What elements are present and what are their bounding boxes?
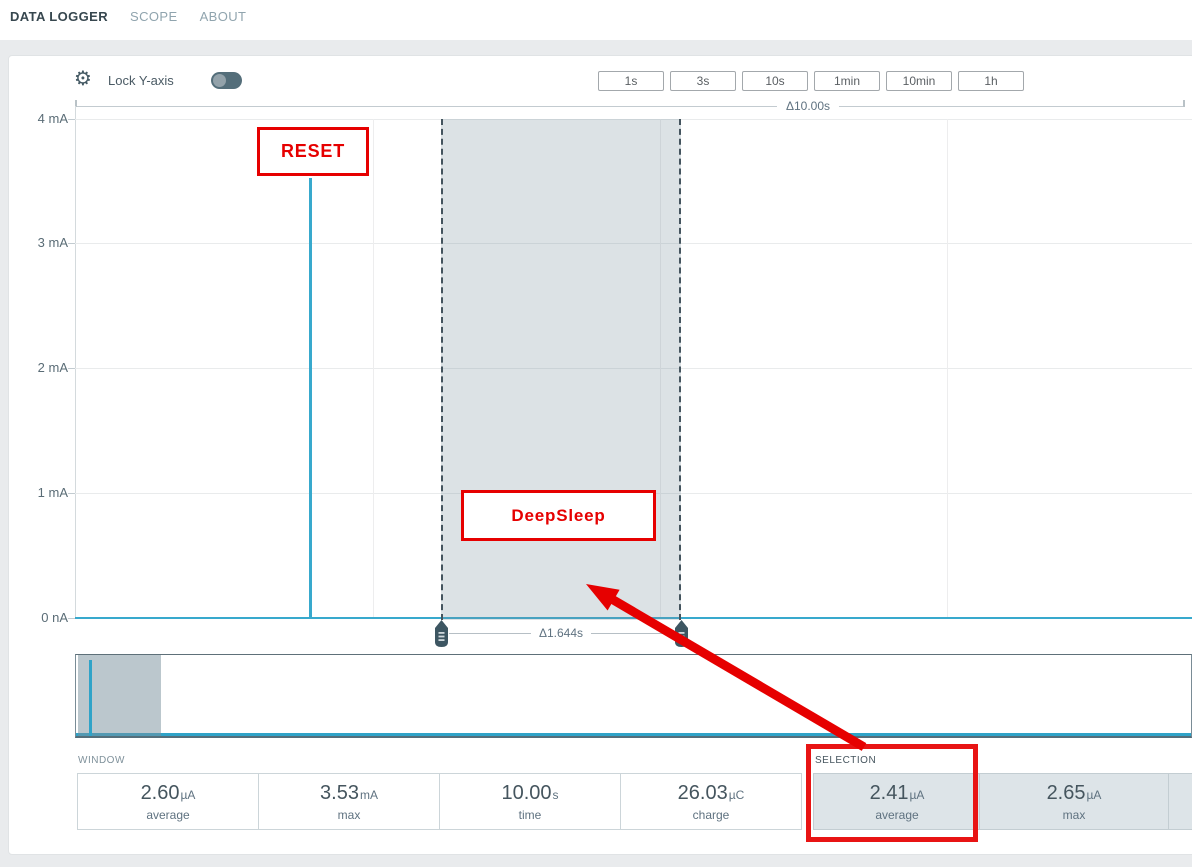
- window-delta-label: Δ10.00s: [777, 99, 839, 113]
- y-tick-0na: 0 nA: [18, 610, 68, 625]
- selection-delta-ruler: Δ1.644s: [449, 626, 673, 640]
- selection-stats-title: SELECTION: [815, 755, 876, 766]
- stat-unit: s: [553, 788, 559, 802]
- y-tickmark: [68, 368, 75, 369]
- selection-handle-right[interactable]: [673, 620, 690, 647]
- stat-value: 10.00: [501, 782, 551, 804]
- y-tickmark: [68, 493, 75, 494]
- stat-window-charge: 26.03µC charge: [620, 773, 802, 830]
- y-tick-2ma: 2 mA: [18, 360, 68, 375]
- range-button-10s[interactable]: 10s: [742, 71, 808, 91]
- stat-value: 2.41: [870, 782, 909, 804]
- selection-delta-label: Δ1.644s: [539, 626, 583, 640]
- y-axis-line: [75, 106, 76, 618]
- range-button-3s[interactable]: 3s: [670, 71, 736, 91]
- stat-caption: max: [980, 808, 1168, 822]
- range-button-1min[interactable]: 1min: [814, 71, 880, 91]
- stat-unit: µC: [729, 788, 745, 802]
- tab-data-logger[interactable]: DATA LOGGER: [10, 9, 108, 24]
- stat-caption: time: [440, 808, 620, 822]
- y-tick-3ma: 3 mA: [18, 235, 68, 250]
- minimap[interactable]: [75, 654, 1192, 738]
- stat-caption: average: [814, 808, 980, 822]
- lock-y-axis-label: Lock Y-axis: [108, 73, 174, 88]
- stat-selection-max: 2.65µA max: [979, 773, 1169, 830]
- y-tick-4ma: 4 mA: [18, 111, 68, 126]
- stat-window-time: 10.00s time: [439, 773, 621, 830]
- window-delta-ruler: Δ10.00s: [75, 99, 1185, 113]
- ruler-line: [591, 633, 673, 634]
- tab-scope[interactable]: SCOPE: [130, 9, 178, 24]
- power-profiler-app: DATA LOGGER SCOPE ABOUT ⚙ Lock Y-axis 1s…: [0, 0, 1192, 867]
- deepsleep-annotation: DeepSleep: [461, 490, 656, 541]
- stat-value: 2.60: [141, 782, 180, 804]
- stat-window-max: 3.53mA max: [258, 773, 440, 830]
- settings-gear-icon[interactable]: ⚙: [74, 66, 92, 90]
- lock-y-axis-toggle[interactable]: [211, 72, 242, 89]
- stat-unit: µA: [910, 788, 925, 802]
- selection-region[interactable]: [441, 119, 681, 620]
- ruler-line: [75, 106, 1185, 107]
- stat-window-average: 2.60µA average: [77, 773, 259, 830]
- stat-caption: charge: [621, 808, 801, 822]
- v-gridline: [947, 119, 948, 618]
- ruler-line: [449, 633, 531, 634]
- y-tickmark: [68, 119, 75, 120]
- stat-value: 3.53: [320, 782, 359, 804]
- y-tickmark: [68, 618, 75, 619]
- ruler-tick-right: [1183, 100, 1185, 107]
- stat-unit: µA: [181, 788, 196, 802]
- stat-selection-average: 2.41µA average: [813, 773, 981, 830]
- stat-selection-partial: [1168, 773, 1192, 830]
- minimap-trace-baseline: [76, 733, 1191, 736]
- v-gridline: [373, 119, 374, 618]
- minimap-trace-spike: [89, 660, 92, 736]
- top-nav: DATA LOGGER SCOPE ABOUT: [10, 9, 246, 24]
- stat-value: 2.65: [1047, 782, 1086, 804]
- tab-about[interactable]: ABOUT: [200, 9, 247, 24]
- window-stats-title: WINDOW: [78, 755, 125, 766]
- stat-value: 26.03: [678, 782, 728, 804]
- stat-caption: average: [78, 808, 258, 822]
- stat-unit: µA: [1087, 788, 1102, 802]
- reset-annotation: RESET: [257, 127, 369, 176]
- range-button-1h[interactable]: 1h: [958, 71, 1024, 91]
- current-trace-spike: [309, 178, 312, 618]
- range-button-1s[interactable]: 1s: [598, 71, 664, 91]
- y-tickmark: [68, 243, 75, 244]
- selection-handle-left[interactable]: [433, 620, 450, 647]
- toggle-knob: [213, 74, 226, 87]
- y-tick-1ma: 1 mA: [18, 485, 68, 500]
- stat-caption: max: [259, 808, 439, 822]
- range-button-10min[interactable]: 10min: [886, 71, 952, 91]
- stat-unit: mA: [360, 788, 378, 802]
